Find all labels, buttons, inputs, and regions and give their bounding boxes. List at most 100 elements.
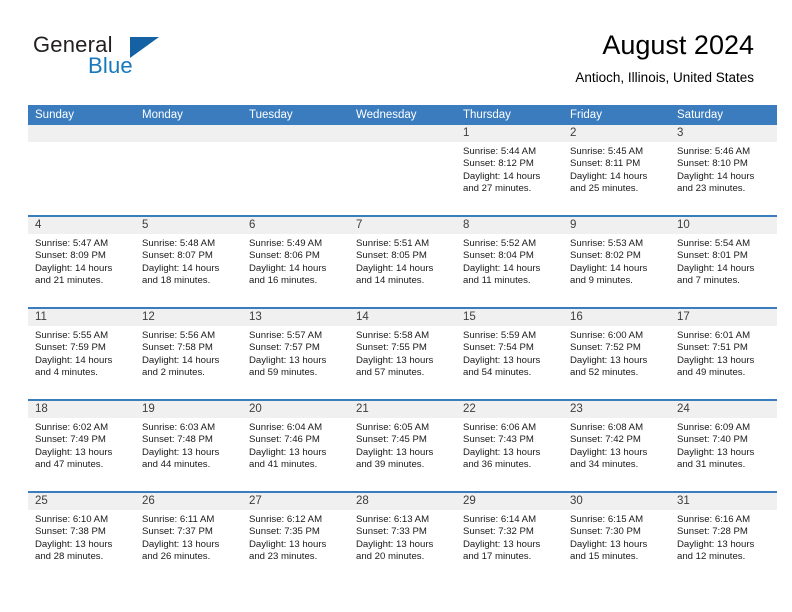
daylight-duration: Daylight: 13 hours and 12 minutes. <box>677 538 755 562</box>
daylight-duration: Daylight: 13 hours and 17 minutes. <box>463 538 541 562</box>
location-subtitle: Antioch, Illinois, United States <box>575 70 754 85</box>
daylight-duration: Daylight: 13 hours and 26 minutes. <box>142 538 220 562</box>
day-info: Sunrise: 6:14 AM Sunset: 7:32 PM Daylight:… <box>456 510 563 563</box>
day-cell[interactable]: 1 Sunrise: 5:44 AM Sunset: 8:12 PM Daylight… <box>456 125 563 215</box>
day-cell[interactable]: 7 Sunrise: 5:51 AM Sunset: 8:05 PM Daylight… <box>349 217 456 307</box>
day-cell[interactable]: 2 Sunrise: 5:45 AM Sunset: 8:11 PM Daylight… <box>563 125 670 215</box>
sunrise-time: Sunrise: 5:48 AM <box>142 238 216 249</box>
day-number: 8 <box>456 217 563 234</box>
day-number: 31 <box>670 493 777 510</box>
day-cell[interactable]: 13 Sunrise: 5:57 AM Sunset: 7:57 PM Dayligh… <box>242 309 349 399</box>
sunset-time: Sunset: 7:55 PM <box>356 342 427 354</box>
sunset-time: Sunset: 8:02 PM <box>570 250 641 262</box>
day-number: 13 <box>242 309 349 326</box>
daylight-duration: Daylight: 13 hours and 34 minutes. <box>570 446 648 470</box>
day-cell[interactable]: 26 Sunrise: 6:11 AM Sunset: 7:37 PM Dayligh… <box>135 493 242 583</box>
day-number: 3 <box>670 125 777 142</box>
day-cell[interactable]: 28 Sunrise: 6:13 AM Sunset: 7:33 PM Dayligh… <box>349 493 456 583</box>
day-number: 11 <box>28 309 135 326</box>
day-cell[interactable]: 29 Sunrise: 6:14 AM Sunset: 7:32 PM Dayligh… <box>456 493 563 583</box>
sunrise-time: Sunrise: 6:02 AM <box>35 422 109 433</box>
calendar-page: General Blue August 2024 Antioch, Illino… <box>0 0 792 612</box>
day-cell[interactable]: 16 Sunrise: 6:00 AM Sunset: 7:52 PM Dayligh… <box>563 309 670 399</box>
weekday-monday: Monday <box>142 109 183 121</box>
daylight-duration: Daylight: 13 hours and 28 minutes. <box>35 538 113 562</box>
day-info: Sunrise: 6:04 AM Sunset: 7:46 PM Daylight:… <box>242 418 349 471</box>
day-cell[interactable]: 6 Sunrise: 5:49 AM Sunset: 8:06 PM Daylight… <box>242 217 349 307</box>
weekday-thursday: Thursday <box>463 109 511 121</box>
day-cell[interactable]: 30 Sunrise: 6:15 AM Sunset: 7:30 PM Dayligh… <box>563 493 670 583</box>
day-info: Sunrise: 5:44 AM Sunset: 8:12 PM Daylight:… <box>456 142 563 195</box>
sunset-time: Sunset: 7:30 PM <box>570 526 641 538</box>
day-cell[interactable]: 11 Sunrise: 5:55 AM Sunset: 7:59 PM Dayligh… <box>28 309 135 399</box>
page-title: August 2024 <box>602 30 754 60</box>
day-info: Sunrise: 5:54 AM Sunset: 8:01 PM Daylight:… <box>670 234 777 287</box>
day-cell[interactable]: 31 Sunrise: 6:16 AM Sunset: 7:28 PM Dayligh… <box>670 493 777 583</box>
day-cell[interactable]: 9 Sunrise: 5:53 AM Sunset: 8:02 PM Daylight… <box>563 217 670 307</box>
day-number: 12 <box>135 309 242 326</box>
day-info: Sunrise: 5:46 AM Sunset: 8:10 PM Daylight:… <box>670 142 777 195</box>
sunset-time: Sunset: 8:05 PM <box>356 250 427 262</box>
day-cell[interactable]: 5 Sunrise: 5:48 AM Sunset: 8:07 PM Daylight… <box>135 217 242 307</box>
sunset-time: Sunset: 7:38 PM <box>35 526 106 538</box>
day-cell[interactable]: 8 Sunrise: 5:52 AM Sunset: 8:04 PM Daylight… <box>456 217 563 307</box>
day-cell-empty <box>135 125 242 215</box>
sunset-time: Sunset: 8:12 PM <box>463 158 534 170</box>
day-cell[interactable]: 22 Sunrise: 6:06 AM Sunset: 7:43 PM Dayligh… <box>456 401 563 491</box>
brand-name-blue: Blue <box>88 53 133 78</box>
sunset-time: Sunset: 7:45 PM <box>356 434 427 446</box>
day-cell[interactable]: 23 Sunrise: 6:08 AM Sunset: 7:42 PM Dayligh… <box>563 401 670 491</box>
day-cell[interactable]: 19 Sunrise: 6:03 AM Sunset: 7:48 PM Dayligh… <box>135 401 242 491</box>
sunset-time: Sunset: 7:49 PM <box>35 434 106 446</box>
day-cell[interactable]: 10 Sunrise: 5:54 AM Sunset: 8:01 PM Dayligh… <box>670 217 777 307</box>
day-cell-empty <box>28 125 135 215</box>
daylight-duration: Daylight: 14 hours and 14 minutes. <box>356 262 434 286</box>
day-info: Sunrise: 6:11 AM Sunset: 7:37 PM Daylight:… <box>135 510 242 563</box>
day-cell[interactable]: 3 Sunrise: 5:46 AM Sunset: 8:10 PM Daylight… <box>670 125 777 215</box>
sunrise-time: Sunrise: 5:58 AM <box>356 330 430 341</box>
day-number: 9 <box>563 217 670 234</box>
day-cell[interactable]: 24 Sunrise: 6:09 AM Sunset: 7:40 PM Dayligh… <box>670 401 777 491</box>
day-number: 24 <box>670 401 777 418</box>
day-cell[interactable]: 15 Sunrise: 5:59 AM Sunset: 7:54 PM Dayligh… <box>456 309 563 399</box>
daylight-duration: Daylight: 14 hours and 7 minutes. <box>677 262 755 286</box>
sunrise-time: Sunrise: 6:04 AM <box>249 422 323 433</box>
day-info: Sunrise: 5:59 AM Sunset: 7:54 PM Daylight:… <box>456 326 563 379</box>
sunrise-time: Sunrise: 5:46 AM <box>677 146 751 157</box>
daylight-duration: Daylight: 14 hours and 27 minutes. <box>463 170 541 194</box>
day-cell[interactable]: 27 Sunrise: 6:12 AM Sunset: 7:35 PM Dayligh… <box>242 493 349 583</box>
day-info: Sunrise: 5:47 AM Sunset: 8:09 PM Daylight:… <box>28 234 135 287</box>
weekday-tuesday: Tuesday <box>249 109 293 121</box>
sunrise-time: Sunrise: 5:45 AM <box>570 146 644 157</box>
daylight-duration: Daylight: 14 hours and 9 minutes. <box>570 262 648 286</box>
day-cell[interactable]: 4 Sunrise: 5:47 AM Sunset: 8:09 PM Daylight… <box>28 217 135 307</box>
sunset-time: Sunset: 7:58 PM <box>142 342 213 354</box>
day-cell[interactable]: 17 Sunrise: 6:01 AM Sunset: 7:51 PM Dayligh… <box>670 309 777 399</box>
sunset-time: Sunset: 7:54 PM <box>463 342 534 354</box>
daylight-duration: Daylight: 13 hours and 57 minutes. <box>356 354 434 378</box>
day-info: Sunrise: 5:57 AM Sunset: 7:57 PM Daylight:… <box>242 326 349 379</box>
sunset-time: Sunset: 7:51 PM <box>677 342 748 354</box>
sunset-time: Sunset: 8:01 PM <box>677 250 748 262</box>
sunrise-time: Sunrise: 6:03 AM <box>142 422 216 433</box>
sunset-time: Sunset: 7:59 PM <box>35 342 106 354</box>
day-cell[interactable]: 12 Sunrise: 5:56 AM Sunset: 7:58 PM Dayligh… <box>135 309 242 399</box>
day-cell[interactable]: 21 Sunrise: 6:05 AM Sunset: 7:45 PM Dayligh… <box>349 401 456 491</box>
sunrise-time: Sunrise: 5:44 AM <box>463 146 537 157</box>
calendar-week-row: 1 Sunrise: 5:44 AM Sunset: 8:12 PM Daylight… <box>28 125 777 215</box>
day-cell[interactable]: 14 Sunrise: 5:58 AM Sunset: 7:55 PM Dayligh… <box>349 309 456 399</box>
daylight-duration: Daylight: 14 hours and 2 minutes. <box>142 354 220 378</box>
brand-logo[interactable]: General Blue <box>33 33 273 85</box>
day-info: Sunrise: 6:09 AM Sunset: 7:40 PM Daylight:… <box>670 418 777 471</box>
calendar-grid: Sunday Monday Tuesday Wednesday Thursday… <box>28 105 777 583</box>
day-number: 4 <box>28 217 135 234</box>
sunset-time: Sunset: 7:52 PM <box>570 342 641 354</box>
day-cell[interactable]: 25 Sunrise: 6:10 AM Sunset: 7:38 PM Dayligh… <box>28 493 135 583</box>
calendar-week-row: 11 Sunrise: 5:55 AM Sunset: 7:59 PM Dayligh… <box>28 307 777 399</box>
sunrise-time: Sunrise: 5:54 AM <box>677 238 751 249</box>
day-cell[interactable]: 20 Sunrise: 6:04 AM Sunset: 7:46 PM Dayligh… <box>242 401 349 491</box>
daylight-duration: Daylight: 14 hours and 18 minutes. <box>142 262 220 286</box>
sunset-time: Sunset: 8:06 PM <box>249 250 320 262</box>
sunset-time: Sunset: 8:09 PM <box>35 250 106 262</box>
day-cell[interactable]: 18 Sunrise: 6:02 AM Sunset: 7:49 PM Dayligh… <box>28 401 135 491</box>
